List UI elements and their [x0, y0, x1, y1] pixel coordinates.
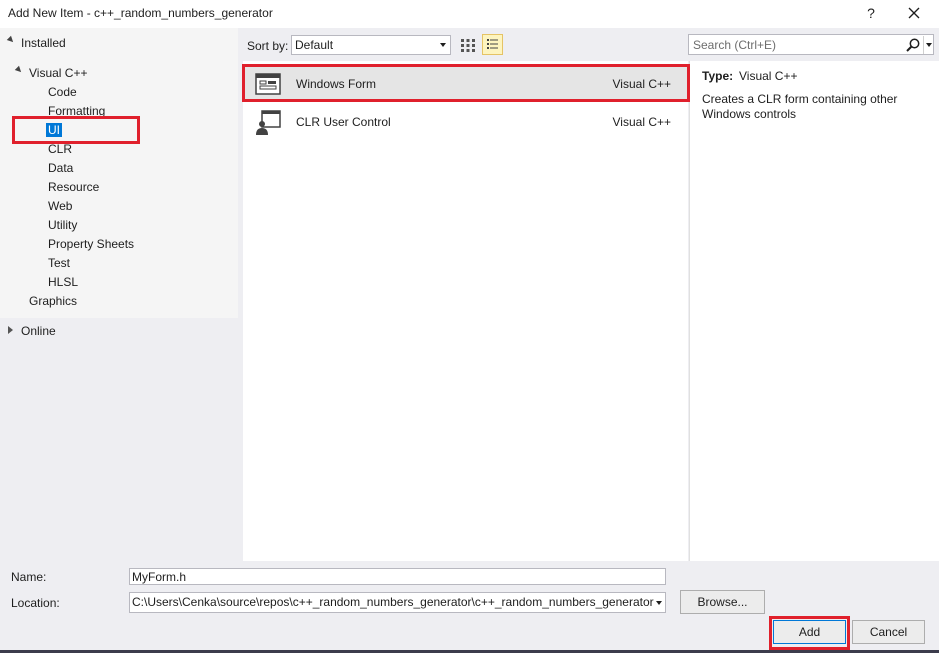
- tree-item-data[interactable]: Data: [48, 161, 73, 175]
- tree-item-web[interactable]: Web: [48, 199, 72, 213]
- search-options-dropdown[interactable]: [923, 36, 933, 54]
- collapse-icon[interactable]: [14, 65, 24, 75]
- sort-by-value: Default: [295, 38, 334, 52]
- tree-item-property-sheets[interactable]: Property Sheets: [48, 237, 134, 251]
- chevron-down-icon: [440, 43, 446, 47]
- search-icon[interactable]: [905, 37, 921, 53]
- medium-icons-view-button[interactable]: [458, 35, 478, 55]
- cancel-button[interactable]: Cancel: [852, 620, 925, 644]
- tree-item-test[interactable]: Test: [48, 256, 70, 270]
- chevron-down-icon: [926, 43, 932, 47]
- tree-item-clr[interactable]: CLR: [48, 142, 72, 156]
- expand-icon[interactable]: [8, 326, 13, 334]
- tree-item-hlsl[interactable]: HLSL: [48, 275, 78, 289]
- help-button[interactable]: ?: [860, 3, 882, 23]
- user-control-icon: [255, 110, 281, 135]
- name-label: Name:: [11, 570, 47, 584]
- template-name: CLR User Control: [296, 115, 391, 129]
- list-view-icon: [487, 39, 498, 49]
- sort-by-label: Sort by:: [247, 39, 289, 53]
- template-item-clr-user-control[interactable]: CLR User Control Visual C++: [243, 102, 688, 140]
- small-icons-view-button[interactable]: [482, 34, 503, 55]
- grid-view-icon: [461, 39, 475, 52]
- location-dropdown[interactable]: C:\Users\Cenka\source\repos\c++_random_n…: [129, 592, 666, 613]
- location-label: Location:: [11, 596, 60, 610]
- highlight-ui-category: [12, 116, 140, 144]
- search-input[interactable]: [689, 35, 899, 54]
- close-button[interactable]: [902, 3, 926, 23]
- highlight-add-button: [769, 616, 850, 650]
- tree-item-installed[interactable]: Installed: [21, 36, 66, 50]
- template-description: Creates a CLR form containing other Wind…: [702, 92, 898, 121]
- category-tree: Installed Visual C++ Code Formatting UI …: [0, 28, 238, 318]
- name-field[interactable]: [129, 568, 666, 585]
- template-list: Windows Form Visual C++ CLR User Control…: [243, 61, 688, 561]
- window-title: Add New Item - c++_random_numbers_genera…: [8, 6, 273, 20]
- template-language: Visual C++: [612, 115, 671, 129]
- tree-item-online[interactable]: Online: [21, 324, 56, 338]
- tree-item-visual-cpp[interactable]: Visual C++: [29, 66, 87, 80]
- tree-item-graphics[interactable]: Graphics: [29, 294, 77, 308]
- search-box[interactable]: [688, 34, 934, 55]
- close-icon: [908, 7, 920, 19]
- location-value: C:\Users\Cenka\source\repos\c++_random_n…: [132, 595, 654, 609]
- tree-item-utility[interactable]: Utility: [48, 218, 77, 232]
- tree-item-code[interactable]: Code: [48, 85, 77, 99]
- template-details: Type: Visual C++ Creates a CLR form cont…: [689, 61, 939, 561]
- highlight-windows-form: [242, 64, 690, 102]
- chevron-down-icon: [656, 601, 662, 605]
- type-label: Type:: [702, 69, 734, 83]
- sort-by-dropdown[interactable]: Default: [291, 35, 451, 55]
- tree-item-resource[interactable]: Resource: [48, 180, 99, 194]
- browse-button[interactable]: Browse...: [680, 590, 765, 614]
- type-value: Visual C++: [739, 69, 798, 83]
- title-bar: Add New Item - c++_random_numbers_genera…: [0, 0, 939, 28]
- collapse-icon[interactable]: [6, 35, 16, 45]
